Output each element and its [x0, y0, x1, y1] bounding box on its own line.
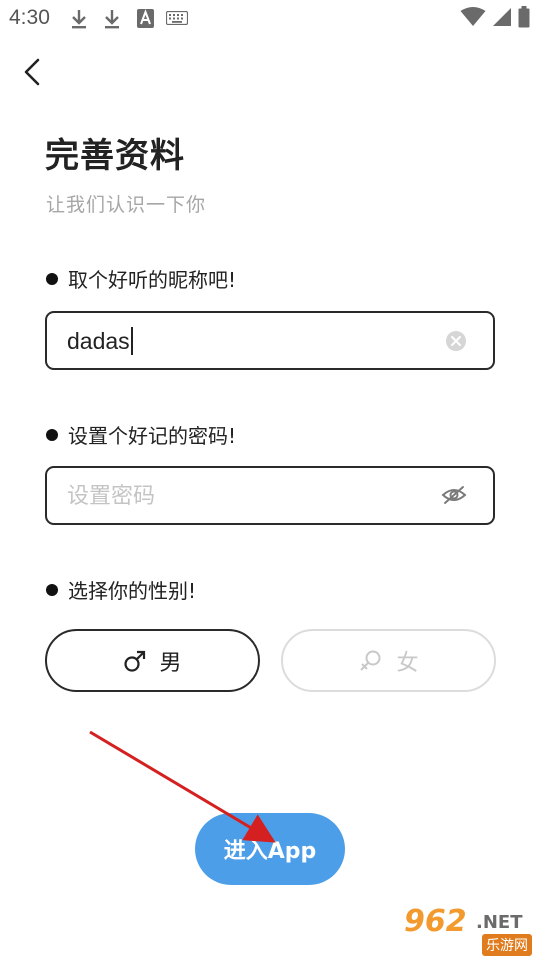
status-right-icons	[460, 6, 530, 28]
nickname-label: 取个好听的昵称吧!	[46, 264, 236, 293]
password-input[interactable]	[67, 478, 427, 514]
gender-male-button[interactable]: 男	[45, 629, 260, 692]
nickname-value[interactable]: dadas	[67, 327, 133, 355]
gender-female-label: 女	[396, 650, 419, 676]
bullet-dot	[46, 428, 58, 441]
watermark-number: 962	[404, 904, 467, 939]
eye-off-icon[interactable]	[441, 484, 467, 506]
status-time: 4:30	[9, 6, 50, 29]
female-symbol-icon	[360, 650, 381, 671]
password-label-text: 设置个好记的密码!	[68, 424, 237, 448]
male-symbol-icon	[124, 650, 146, 672]
keyboard-icon	[166, 11, 188, 25]
bullet-dot	[46, 272, 58, 285]
gender-male-label: 男	[159, 650, 182, 676]
bullet-dot	[46, 583, 58, 596]
download-icon	[105, 10, 119, 29]
watermark-domain: .NET	[476, 912, 523, 933]
watermark-logo: 962 .NET 乐游网	[402, 904, 534, 956]
back-button[interactable]	[14, 54, 50, 90]
gender-female-button[interactable]: 女	[281, 629, 496, 692]
gender-label-text: 选择你的性别!	[68, 579, 197, 603]
page-subtitle: 让我们认识一下你	[46, 194, 207, 216]
signal-icon	[493, 8, 511, 26]
download-icon	[72, 10, 86, 29]
password-field[interactable]	[45, 466, 495, 525]
wifi-icon	[460, 7, 486, 26]
gender-label: 选择你的性别!	[46, 575, 196, 604]
status-bar: 4:30	[0, 0, 540, 36]
watermark-sub: 乐游网	[482, 934, 532, 956]
enter-app-button[interactable]: 进入App	[195, 813, 345, 885]
text-caret	[130, 327, 133, 355]
nickname-label-text: 取个好听的昵称吧!	[68, 268, 237, 292]
text-a-icon	[137, 9, 154, 28]
clear-icon[interactable]	[445, 330, 467, 352]
chevron-left-icon	[24, 58, 40, 86]
battery-icon	[518, 6, 530, 28]
password-label: 设置个好记的密码!	[46, 420, 236, 449]
nickname-field[interactable]: dadas	[45, 311, 495, 370]
nickname-text: dadas	[67, 327, 130, 354]
page-title: 完善资料	[45, 136, 185, 176]
